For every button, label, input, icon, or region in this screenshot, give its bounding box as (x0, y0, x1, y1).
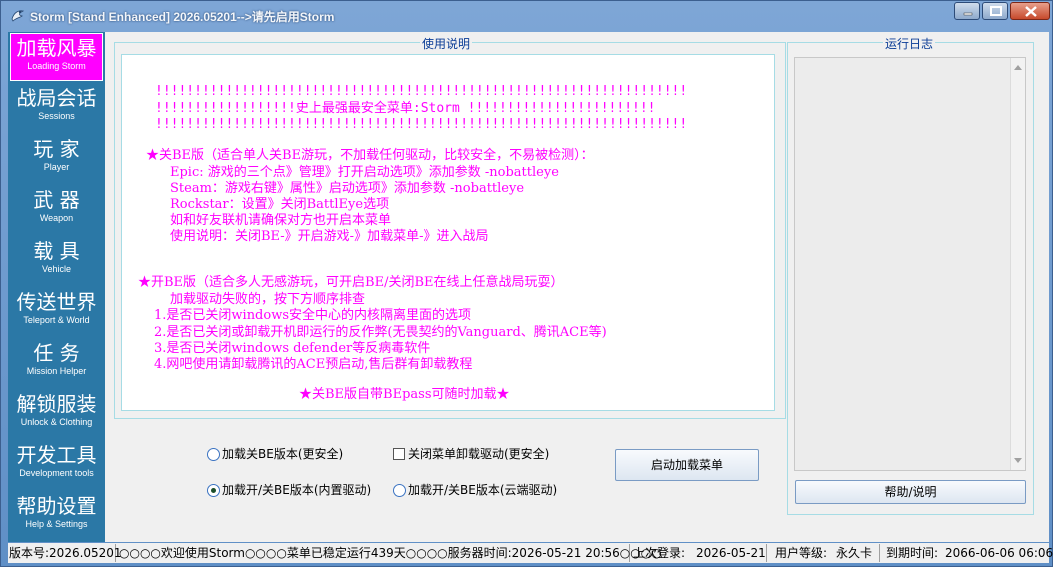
sidebar-item-label: 加载风暴 (16, 36, 97, 60)
usage-text-panel: !!!!!!!!!!!!!!!!!!!!!!!!!!!!!!!!!!!!!!!!… (121, 54, 775, 411)
usage-line: 3.是否已关闭windows defender等反病毒软件 (154, 341, 431, 356)
radio-icon[interactable] (207, 448, 220, 461)
radio-label: 加载开/关BE版本(云端驱动) (408, 483, 558, 497)
usage-line: 1.是否已关闭windows安全中心的内核隔离里面的选项 (154, 308, 472, 323)
checkbox-label: 关闭菜单卸载驱动(更安全) (408, 447, 550, 461)
scroll-up-arrow-icon[interactable] (1014, 65, 1022, 70)
status-version: 版本号:2026.05201 (9, 544, 122, 562)
sidebar-item-label: 载 具 (33, 239, 80, 263)
status-level-label: 用户等级: (775, 546, 828, 560)
radio-icon[interactable] (393, 484, 406, 497)
usage-line: 4.网吧使用请卸载腾讯的ACE预启动,售后群有卸载教程 (154, 357, 473, 372)
usage-line: Steam：游戏右键》属性》启动选项》添加参数 -nobattleye (170, 181, 525, 196)
status-last-login-value: 2026-05-21 (696, 544, 767, 562)
sidebar-item-player[interactable]: 玩 家 Player (10, 135, 103, 183)
close-button[interactable] (1010, 2, 1050, 20)
radio-label: 加载开/关BE版本(内置驱动) (222, 483, 372, 497)
usage-line: !!!!!!!!!!!!!!!!!!!!!!!!!!!!!!!!!!!!!!!!… (155, 117, 688, 132)
sidebar-item-sessions[interactable]: 战局会话 Sessions (10, 84, 103, 132)
minimize-button[interactable] (954, 2, 980, 20)
minimize-icon (963, 12, 973, 16)
sidebar-item-vehicle[interactable]: 载 具 Vehicle (10, 237, 103, 285)
sidebar: 加载风暴 Loading Storm 战局会话 Sessions 玩 家 Pla… (8, 32, 105, 542)
usage-line: 使用说明：关闭BE-》开启游戏-》加载菜单-》进入战局 (170, 229, 489, 244)
usage-line: Rockstar：设置》关闭BattlEye选项 (170, 197, 390, 212)
radio-label: 加载关BE版本(更安全) (222, 447, 344, 461)
title-bar[interactable]: Storm [Stand Enhanced] 2026.05201-->请先启用… (1, 1, 1053, 31)
sidebar-item-sublabel: Teleport & World (23, 315, 90, 325)
run-log-group: 运行日志 (787, 35, 1034, 515)
close-icon (1025, 6, 1037, 17)
maximize-button[interactable] (982, 2, 1008, 20)
usage-line: 加载驱动失败的，按下方顺序排查 (170, 292, 366, 307)
sidebar-item-label: 传送世界 (16, 290, 97, 314)
sidebar-item-label: 帮助设置 (16, 494, 97, 518)
usage-line: !!!!!!!!!!!!!!!!!!!!!!!!!!!!!!!!!!!!!!!!… (155, 84, 688, 99)
log-scrollbar[interactable] (1010, 58, 1025, 470)
sidebar-item-loading-storm[interactable]: 加载风暴 Loading Storm (10, 33, 103, 81)
sidebar-item-mission-helper[interactable]: 任 务 Mission Helper (10, 339, 103, 387)
status-bar: 版本号:2026.05201 ○○○○欢迎使用Storm○○○○菜单已稳定运行4… (8, 543, 1053, 563)
sidebar-item-sublabel: Sessions (38, 111, 75, 121)
sidebar-item-help-settings[interactable]: 帮助设置 Help & Settings (10, 492, 103, 540)
sidebar-item-label: 解锁服装 (16, 392, 97, 416)
status-level-value: 永久卡 (835, 544, 880, 562)
radio-icon[interactable] (207, 484, 220, 497)
sidebar-item-teleport-world[interactable]: 传送世界 Teleport & World (10, 288, 103, 336)
usage-line: 如和好友联机请确保对方也开启本菜单 (170, 213, 392, 228)
app-logo-icon (11, 10, 25, 22)
sidebar-item-sublabel: Vehicle (41, 264, 72, 274)
sidebar-item-sublabel: Weapon (39, 213, 74, 223)
log-group-title: 运行日志 (883, 35, 936, 52)
sidebar-item-label: 玩 家 (33, 137, 80, 161)
sidebar-item-sublabel: Development tools (19, 468, 94, 478)
sidebar-item-development-tools[interactable]: 开发工具 Development tools (10, 441, 103, 489)
usage-line: ★关BE版（适合单人关BE游玩，不加载任何驱动，比较安全，不易被检测）： (146, 148, 594, 163)
status-expire-label: 到期时间: (886, 546, 939, 560)
checkbox-icon[interactable] (393, 448, 405, 460)
sidebar-item-label: 武 器 (33, 188, 80, 212)
usage-line: ★关BE版自带BEpass可随时加载★ (299, 387, 510, 402)
status-last-login-label: 上次登录: (633, 546, 686, 560)
maximize-icon (990, 6, 1002, 16)
log-textarea[interactable] (794, 57, 1026, 471)
usage-line: 2.是否已关闭或卸载开机即运行的反作弊(无畏契约的Vanguard、腾讯ACE等… (154, 325, 607, 340)
status-welcome: ○○○○欢迎使用Storm○○○○菜单已稳定运行439天○○○○服务器时间:20… (119, 544, 662, 562)
sidebar-item-sublabel: Player (43, 162, 70, 172)
help-button[interactable]: 帮助/说明 (795, 480, 1026, 504)
sidebar-item-sublabel: Loading Storm (27, 61, 86, 71)
usage-group-title: 使用说明 (420, 35, 473, 52)
sidebar-item-sublabel: Unlock & Clothing (20, 417, 93, 427)
usage-line: !!!!!!!!!!!!!!!!!!史上最强最安全菜单:Storm !!!!!!… (155, 101, 656, 116)
usage-line: ★开BE版（适合多人无感游玩，可开启BE/关闭BE在线上任意战局玩耍） (138, 275, 564, 290)
scroll-down-arrow-icon[interactable] (1014, 458, 1022, 463)
app-window: Storm [Stand Enhanced] 2026.05201-->请先启用… (0, 0, 1053, 567)
usage-line: Epic: 游戏的三个点》管理》打开启动选项》添加参数 -nobattleye (170, 165, 559, 180)
window-title: Storm [Stand Enhanced] 2026.05201-->请先启用… (30, 10, 335, 24)
sidebar-item-label: 战局会话 (16, 86, 97, 110)
sidebar-item-label: 开发工具 (16, 443, 97, 467)
sidebar-item-unlock-clothing[interactable]: 解锁服装 Unlock & Clothing (10, 390, 103, 438)
usage-instructions-group: 使用说明 !!!!!!!!!!!!!!!!!!!!!!!!!!!!!!!!!!!… (114, 35, 786, 419)
sidebar-item-label: 任 务 (33, 341, 80, 365)
sidebar-item-sublabel: Help & Settings (25, 519, 88, 529)
launch-menu-button[interactable]: 启动加载菜单 (615, 449, 759, 481)
sidebar-item-weapon[interactable]: 武 器 Weapon (10, 186, 103, 234)
client-area: 加载风暴 Loading Storm 战局会话 Sessions 玩 家 Pla… (8, 32, 1049, 542)
status-expire-value: 2066-06-06 06:06 (945, 546, 1053, 560)
sidebar-item-sublabel: Mission Helper (26, 366, 87, 376)
